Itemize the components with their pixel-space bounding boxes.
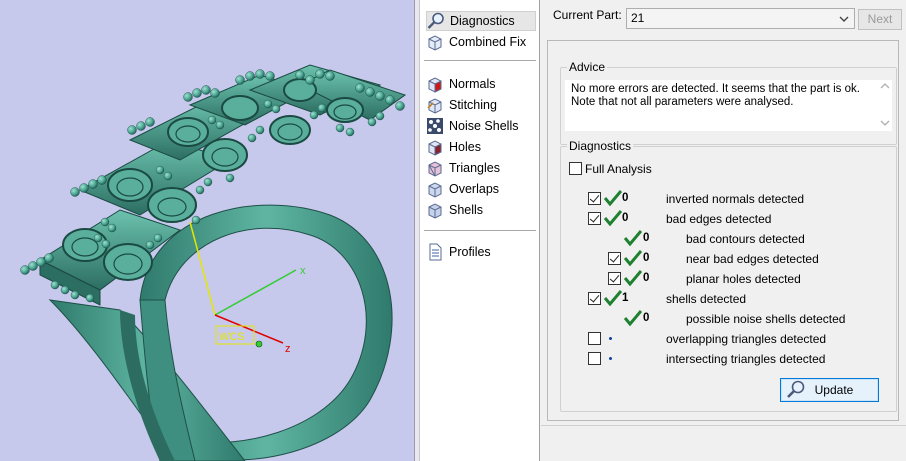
nav-item-shells[interactable]: Shells bbox=[426, 200, 536, 220]
inverted-normals-checkbox[interactable] bbox=[588, 192, 601, 205]
nav-item-label: Overlaps bbox=[449, 182, 500, 196]
nav-item-label: Triangles bbox=[449, 161, 500, 175]
nav-item-label: Shells bbox=[449, 203, 484, 217]
wcs-label: WCS bbox=[219, 331, 245, 343]
nav-item-diagnostics[interactable]: Diagnostics bbox=[426, 11, 536, 31]
normals-cube-icon bbox=[426, 75, 444, 93]
diagnostic-label: shells detected bbox=[666, 292, 747, 306]
3d-viewport[interactable]: x z WCS bbox=[0, 0, 416, 461]
advice-group: Advice No more errors are detected. It s… bbox=[560, 60, 897, 145]
ok-check-icon bbox=[604, 190, 622, 206]
cube-icon bbox=[426, 33, 444, 51]
diagnostic-label: possible noise shells detected bbox=[686, 312, 846, 326]
nav-separator bbox=[424, 60, 536, 61]
diagnostic-count: 0 bbox=[643, 272, 650, 284]
diagnostic-count: 1 bbox=[622, 292, 629, 304]
advice-line: No more errors are detected. It seems th… bbox=[571, 83, 860, 95]
current-part-select[interactable]: 21 bbox=[626, 8, 855, 29]
overlapping-triangles-checkbox[interactable] bbox=[588, 332, 601, 345]
advice-line: Note that not all parameters were analys… bbox=[571, 96, 794, 108]
scroll-down-icon[interactable] bbox=[880, 119, 890, 129]
diagnostic-count: 0 bbox=[622, 192, 629, 204]
bad-edges-checkbox[interactable] bbox=[588, 212, 601, 225]
nav-item-overlaps[interactable]: Overlaps bbox=[426, 179, 536, 199]
diagnostic-label: intersecting triangles detected bbox=[666, 352, 826, 366]
pending-dot-icon bbox=[609, 337, 612, 340]
advice-title: Advice bbox=[567, 60, 608, 74]
diagnostic-label: bad contours detected bbox=[686, 232, 805, 246]
nav-item-combined-fix[interactable]: Combined Fix bbox=[426, 32, 536, 52]
update-button[interactable]: Update bbox=[780, 378, 879, 402]
nav-item-label: Normals bbox=[449, 77, 496, 91]
diagnostic-count: 0 bbox=[643, 252, 650, 264]
panel-divider bbox=[541, 425, 906, 426]
current-part-value: 21 bbox=[631, 11, 645, 25]
nav-item-label: Noise Shells bbox=[449, 119, 519, 133]
nav-item-label: Stitching bbox=[449, 98, 497, 112]
diagnostic-label: inverted normals detected bbox=[666, 192, 805, 206]
magnifier-icon bbox=[427, 12, 445, 30]
diagnostics-panel: Current Part: 21 Next Advice No more err… bbox=[541, 0, 906, 461]
ok-check-icon bbox=[624, 230, 642, 246]
pending-dot-icon bbox=[609, 357, 612, 360]
diagnostics-group: Diagnostics Full Analysis 0 inverted nor… bbox=[560, 139, 897, 412]
chevron-down-icon bbox=[837, 11, 851, 26]
intersecting-triangles-checkbox[interactable] bbox=[588, 352, 601, 365]
planar-holes-checkbox[interactable] bbox=[608, 272, 621, 285]
nav-item-normals[interactable]: Normals bbox=[426, 74, 536, 94]
ok-check-icon bbox=[604, 290, 622, 306]
overlaps-cube-icon bbox=[426, 180, 444, 198]
diagnostic-label: overlapping triangles detected bbox=[666, 332, 827, 346]
noise-shells-icon bbox=[426, 117, 444, 135]
nav-item-label: Profiles bbox=[449, 245, 491, 259]
ok-check-icon bbox=[624, 270, 642, 286]
triangles-cube-icon bbox=[426, 159, 444, 177]
update-button-label: Update bbox=[814, 383, 854, 397]
current-part-label: Current Part: bbox=[553, 8, 622, 22]
ring-model: x z WCS bbox=[20, 64, 407, 461]
x-axis-label: x bbox=[300, 265, 306, 277]
nav-item-triangles[interactable]: Triangles bbox=[426, 158, 536, 178]
scroll-up-icon[interactable] bbox=[880, 82, 890, 92]
diagnostic-count: 0 bbox=[622, 212, 629, 224]
magnifier-icon bbox=[786, 380, 806, 400]
fix-wizard-nav: Diagnostics Combined Fix Normals Stitchi… bbox=[420, 0, 540, 461]
diagnostic-count: 0 bbox=[643, 232, 650, 244]
stitching-cube-icon bbox=[426, 96, 444, 114]
diagnostic-count: 0 bbox=[643, 312, 650, 324]
diagnostic-label: bad edges detected bbox=[666, 212, 772, 226]
nav-separator bbox=[424, 230, 536, 231]
next-button[interactable]: Next bbox=[858, 9, 902, 30]
nav-item-holes[interactable]: Holes bbox=[426, 137, 536, 157]
diagnostics-title: Diagnostics bbox=[567, 139, 634, 153]
full-analysis-label: Full Analysis bbox=[585, 162, 652, 176]
ok-check-icon bbox=[604, 210, 622, 226]
diagnostic-label: near bad edges detected bbox=[686, 252, 819, 266]
ok-check-icon bbox=[624, 310, 642, 326]
near-bad-edges-checkbox[interactable] bbox=[608, 252, 621, 265]
shells-checkbox[interactable] bbox=[588, 292, 601, 305]
full-analysis-checkbox[interactable] bbox=[569, 162, 582, 175]
nav-item-stitching[interactable]: Stitching bbox=[426, 95, 536, 115]
diagnostics-frame: Advice No more errors are detected. It s… bbox=[547, 40, 899, 421]
nav-item-label: Holes bbox=[449, 140, 481, 154]
nav-item-noise-shells[interactable]: Noise Shells bbox=[426, 116, 536, 136]
shells-cube-icon bbox=[426, 201, 444, 219]
document-icon bbox=[426, 243, 444, 261]
diagnostic-label: planar holes detected bbox=[686, 272, 801, 286]
nav-item-profiles[interactable]: Profiles bbox=[426, 242, 536, 262]
ok-check-icon bbox=[624, 250, 642, 266]
z-axis-label: z bbox=[285, 343, 291, 355]
advice-scrollbar[interactable] bbox=[878, 80, 892, 131]
advice-textbox[interactable]: No more errors are detected. It seems th… bbox=[565, 80, 885, 131]
nav-item-label: Combined Fix bbox=[449, 35, 527, 49]
nav-item-label: Diagnostics bbox=[450, 14, 515, 28]
holes-cube-icon bbox=[426, 138, 444, 156]
